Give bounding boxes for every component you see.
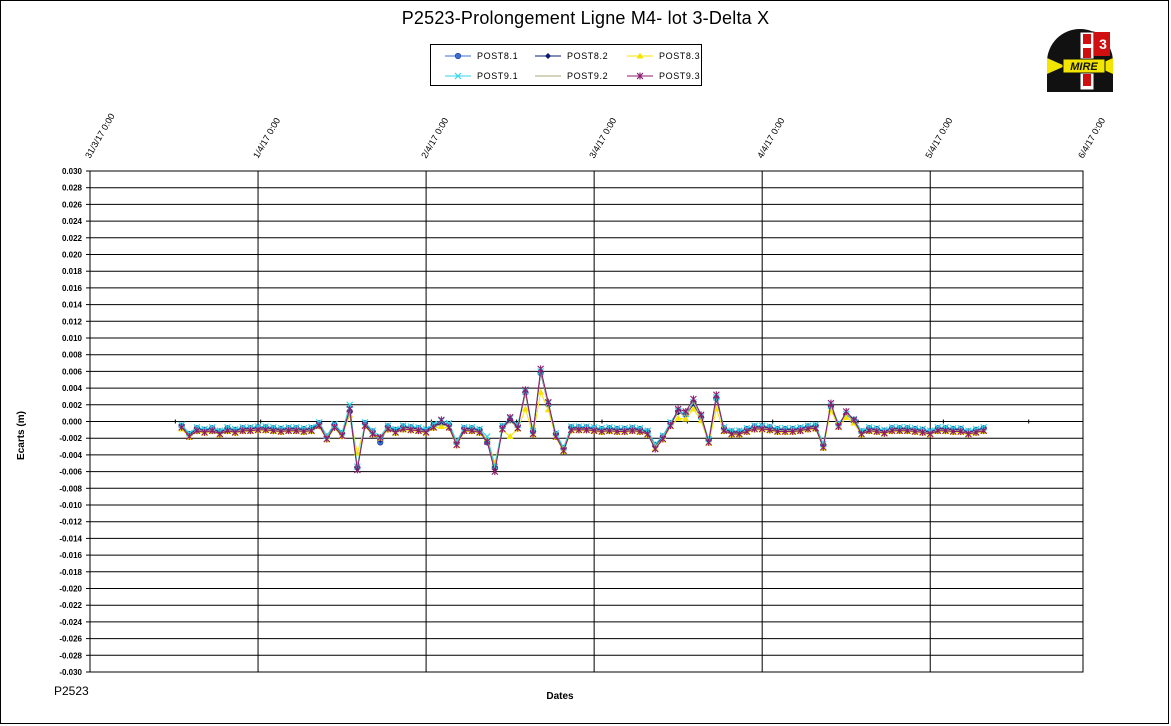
data-point — [353, 466, 361, 474]
x-tick-label: 3/4/17 0:00 — [587, 116, 618, 160]
data-point — [529, 430, 537, 438]
y-tick-label: 0.002 — [62, 401, 83, 410]
series-POST9.3 — [178, 365, 988, 476]
y-tick-label: -0.002 — [59, 434, 82, 443]
data-point — [544, 398, 552, 406]
y-tick-label: 0.004 — [62, 384, 83, 393]
y-tick-label: -0.008 — [59, 484, 82, 493]
y-tick-label: 0.024 — [62, 217, 83, 226]
y-tick-label: -0.014 — [59, 534, 82, 543]
x-tick-label: 1/4/17 0:00 — [251, 116, 282, 160]
x-tick-label: 2/4/17 0:00 — [419, 116, 450, 160]
data-point — [705, 438, 713, 446]
y-tick-label: -0.018 — [59, 568, 82, 577]
data-point — [506, 413, 514, 421]
y-tick-label: -0.020 — [59, 585, 82, 594]
y-tick-label: -0.016 — [59, 551, 82, 560]
y-tick-label: 0.028 — [62, 184, 83, 193]
data-point — [338, 432, 346, 440]
y-tick-label: -0.028 — [59, 651, 82, 660]
y-axis-title: Ecarts (m) — [16, 411, 27, 460]
x-tick-label: 4/4/17 0:00 — [755, 116, 786, 160]
x-tick-label: 5/4/17 0:00 — [923, 116, 954, 160]
y-tick-label: 0.012 — [62, 317, 83, 326]
y-tick-label: 0.016 — [62, 284, 83, 293]
y-tick-label: 0.008 — [62, 351, 83, 360]
data-point — [560, 447, 567, 455]
y-tick-label: -0.026 — [59, 635, 82, 644]
series-line — [181, 372, 984, 469]
data-point — [185, 433, 193, 441]
series-POST8.2 — [178, 369, 987, 472]
data-point — [819, 443, 827, 451]
y-tick-label: -0.010 — [59, 501, 82, 510]
data-point — [514, 424, 522, 432]
data-point — [453, 441, 461, 449]
x-tick-label: 6/4/17 0:00 — [1076, 116, 1107, 160]
y-tick-label: -0.006 — [59, 468, 82, 477]
data-point — [323, 435, 331, 443]
data-point — [346, 405, 354, 413]
y-tick-label: -0.022 — [59, 601, 82, 610]
data-point — [499, 425, 506, 433]
data-point — [835, 423, 842, 431]
y-tick-label: 0.030 — [62, 167, 83, 176]
series-line — [181, 372, 984, 468]
y-tick-label: -0.030 — [59, 668, 82, 677]
y-tick-label: 0.022 — [62, 234, 83, 243]
x-tick-label: 31/3/17 0:00 — [83, 112, 117, 160]
y-tick-label: -0.004 — [59, 451, 82, 460]
y-tick-label: 0.026 — [62, 200, 83, 209]
y-tick-label: -0.024 — [59, 618, 82, 627]
y-tick-label: 0.010 — [62, 334, 83, 343]
chart-plot: 0.030 0.028 0.026 0.024 0.022 0.020 0.018 0.016… — [16, 112, 1107, 702]
y-tick-label: -0.012 — [59, 518, 82, 527]
data-point — [437, 416, 445, 424]
y-tick-label: 0.020 — [62, 251, 83, 260]
y-tick-label: 0.006 — [62, 367, 83, 376]
y-tick-label: 0.000 — [62, 418, 83, 427]
series-line — [181, 368, 984, 472]
data-point — [690, 395, 697, 403]
x-axis-title: Dates — [546, 691, 574, 702]
series-line — [181, 371, 984, 467]
y-tick-label: 0.014 — [62, 301, 83, 310]
y-tick-label: 0.018 — [62, 267, 83, 276]
